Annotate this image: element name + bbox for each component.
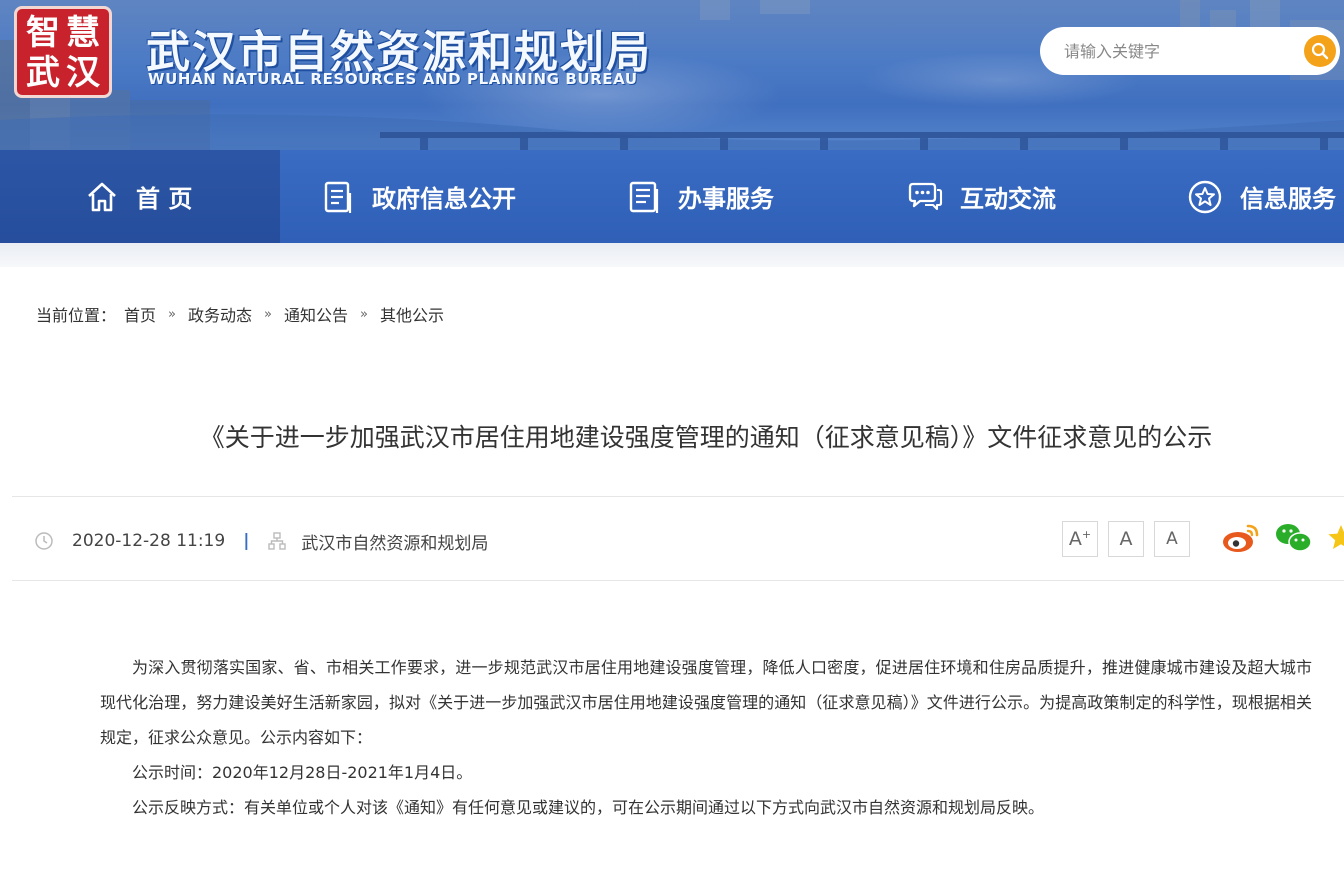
article-paragraph: 公示反映方式：有关单位或个人对该《通知》有任何意见或建议的，可在公示期间通过以下… [132,798,1045,817]
nav-label: 办事服务 [678,185,774,213]
font-size-label: A [1068,528,1082,550]
breadcrumb-link-other[interactable]: 其他公示 [380,302,444,326]
logo-char: 慧 [66,13,100,53]
main-nav: 首 页 政府信息公开 办事服务 互动交流 信息服务 [0,150,1344,243]
font-size-default-button[interactable]: A [1108,521,1144,557]
site-subtitle: WUHAN NATURAL RESOURCES AND PLANNING BUR… [148,70,638,88]
site-header: 智 慧 武 汉 武汉市自然资源和规划局 WUHAN NATURAL RESOUR… [0,0,1344,150]
wechat-icon [1276,524,1312,552]
breadcrumb-prefix: 当前位置： [36,306,117,325]
breadcrumb-link-news[interactable]: 政务动态 [188,302,252,326]
site-logo[interactable]: 智 慧 武 汉 [14,6,112,98]
search-box [1040,27,1340,75]
search-button[interactable] [1304,35,1336,67]
divider [12,496,1344,497]
breadcrumb: 当前位置： 首页 » 政务动态 » 通知公告 » 其他公示 [36,302,444,326]
nav-shadow [0,243,1344,267]
breadcrumb-link-notices[interactable]: 通知公告 [284,302,348,326]
article-source: 武汉市自然资源和规划局 [301,533,489,554]
logo-char: 汉 [66,53,100,93]
share-wechat-button[interactable] [1274,520,1314,560]
font-size-small-button[interactable]: A [1154,521,1190,557]
font-size-label: A [1119,528,1133,550]
chat-icon [908,182,943,210]
search-input[interactable] [1064,41,1294,61]
article-paragraph: 为深入贯彻落实国家、省、市相关工作要求，进一步规范武汉市居住用地建设强度管理，降… [100,658,1312,747]
breadcrumb-separator: » [264,306,272,322]
home-icon [88,182,116,211]
favorite-button[interactable] [1326,520,1344,560]
breadcrumb-separator: » [360,306,368,322]
nav-item-home[interactable]: 首 页 [0,150,280,243]
article-meta: 2020-12-28 11:19 | 武汉市自然资源和规划局 [34,528,488,554]
meta-divider: | [243,531,250,551]
nav-label: 首 页 [136,185,193,213]
clock-icon [35,532,53,550]
nav-label: 政府信息公开 [372,185,516,213]
article-title: 《关于进一步加强武汉市居住用地建设强度管理的通知（征求意见稿）》文件征求意见的公… [199,423,1213,452]
search-icon [1311,42,1329,60]
breadcrumb-separator: » [168,306,176,322]
logo-char: 武 [26,53,60,93]
nav-item-services[interactable]: 办事服务 [626,150,774,243]
org-icon [268,532,287,550]
nav-item-interaction[interactable]: 互动交流 [906,150,1056,243]
nav-label: 信息服务 [1240,185,1336,213]
breadcrumb-link-home[interactable]: 首页 [124,302,156,326]
nav-label: 互动交流 [960,185,1056,213]
weibo-icon [1223,524,1259,552]
share-weibo-button[interactable] [1220,520,1262,560]
font-size-controls: A + A A [1062,521,1200,557]
logo-char: 智 [26,13,60,53]
document-icon [324,181,352,213]
font-size-large-button[interactable]: A + [1062,521,1098,557]
article-paragraph: 公示时间：2020年12月28日-2021年1月4日。 [132,763,473,782]
article-body: 为深入贯彻落实国家、省、市相关工作要求，进一步规范武汉市居住用地建设强度管理，降… [100,650,1312,825]
service-icon [629,181,659,213]
nav-item-gov-info[interactable]: 政府信息公开 [320,150,516,243]
publish-date: 2020-12-28 11:19 [72,531,226,551]
font-size-label: A [1166,529,1178,549]
divider [12,580,1344,581]
nav-item-info-services[interactable]: 信息服务 [1186,150,1336,243]
favorite-icon [1328,525,1344,549]
star-icon [1188,180,1222,213]
